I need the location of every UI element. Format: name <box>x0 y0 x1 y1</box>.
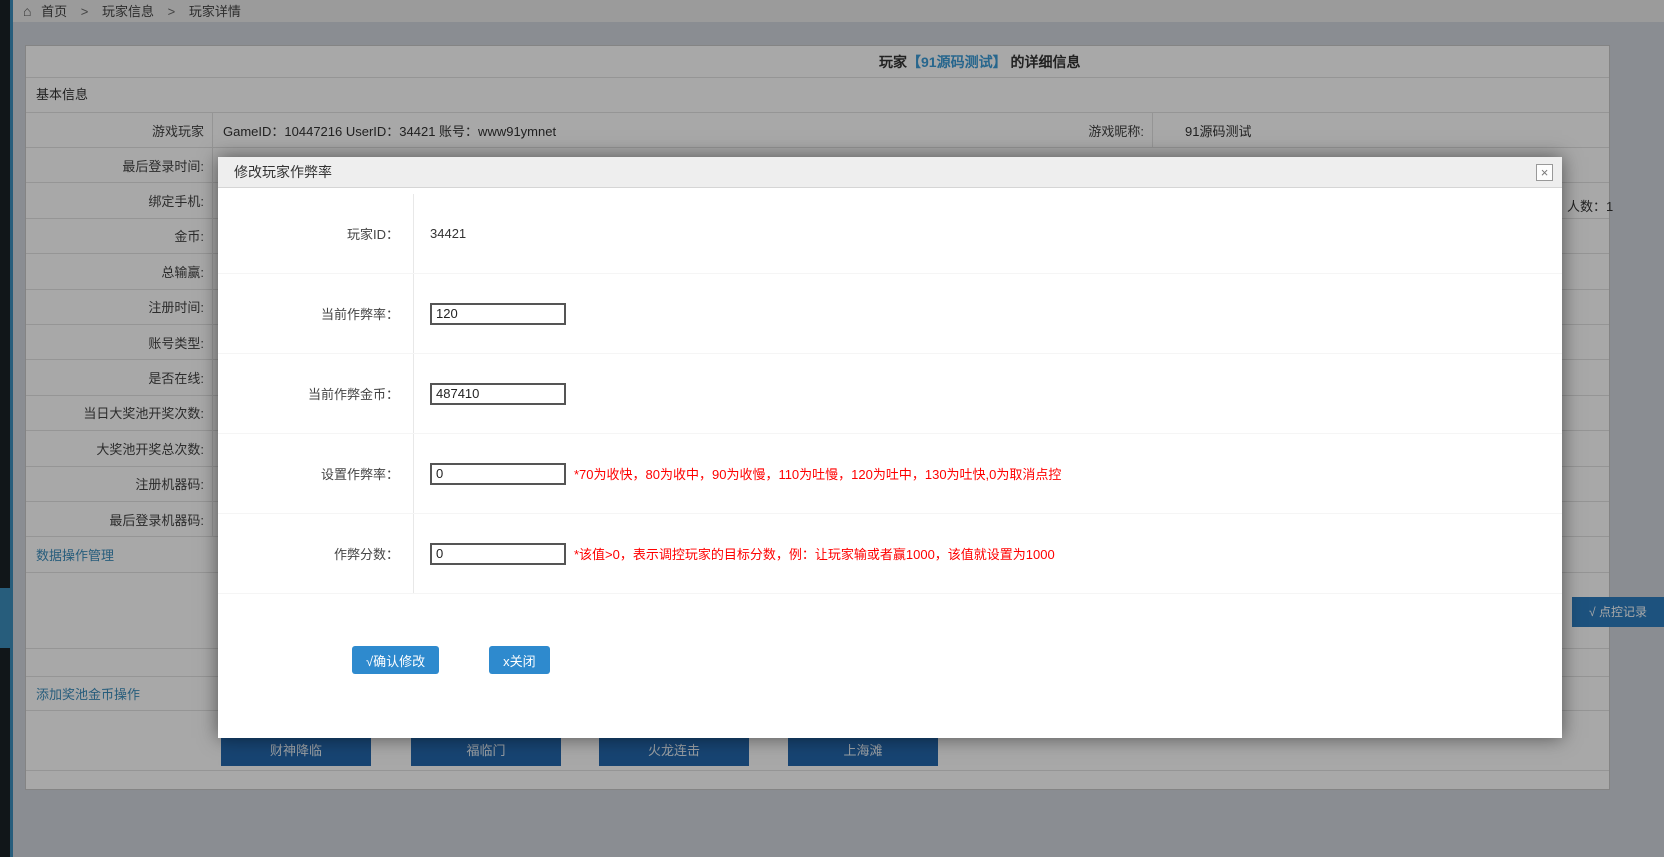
field-row-current-cheat-coins: 当前作弊金币： <box>218 354 1562 434</box>
modal-body: 玩家ID： 34421 当前作弊率： 当前作弊金币： 设置作弊率： <box>218 188 1562 674</box>
field-label: 当前作弊金币： <box>218 354 414 433</box>
field-label: 当前作弊率： <box>218 274 414 353</box>
set-cheat-rate-note: *70为收快，80为收中，90为收慢，110为吐慢，120为吐中，130为吐快,… <box>574 464 1061 483</box>
cheat-score-input[interactable] <box>430 543 566 565</box>
field-label: 作弊分数： <box>218 514 414 593</box>
field-label: 玩家ID： <box>218 194 414 273</box>
field-row-set-cheat-rate: 设置作弊率： *70为收快，80为收中，90为收慢，110为吐慢，120为吐中，… <box>218 434 1562 514</box>
field-label: 设置作弊率： <box>218 434 414 513</box>
close-button[interactable]: x关闭 <box>489 646 550 674</box>
cheat-score-note: *该值>0，表示调控玩家的目标分数，例：让玩家输或者赢1000，该值就设置为10… <box>574 544 1055 563</box>
field-row-current-cheat-rate: 当前作弊率： <box>218 274 1562 354</box>
close-icon[interactable]: × <box>1536 164 1553 181</box>
modify-cheat-rate-modal: 修改玩家作弊率 × 玩家ID： 34421 当前作弊率： 当前作弊金币： <box>218 157 1562 738</box>
current-cheat-rate-input[interactable] <box>430 303 566 325</box>
set-cheat-rate-input[interactable] <box>430 463 566 485</box>
confirm-modify-button[interactable]: √确认修改 <box>352 646 439 674</box>
player-id-value: 34421 <box>430 226 466 241</box>
modal-title: 修改玩家作弊率 <box>218 157 1562 187</box>
field-row-cheat-score: 作弊分数： *该值>0，表示调控玩家的目标分数，例：让玩家输或者赢1000，该值… <box>218 514 1562 594</box>
player-detail-page: ⌂ 首页 > 玩家信息 > 玩家详情 玩家【91源码测试】 的详细信息 基本信息… <box>0 0 1664 857</box>
modal-header: 修改玩家作弊率 × <box>218 157 1562 188</box>
field-row-player-id: 玩家ID： 34421 <box>218 194 1562 274</box>
modal-button-row: √确认修改 x关闭 <box>218 646 1562 674</box>
current-cheat-coins-input[interactable] <box>430 383 566 405</box>
